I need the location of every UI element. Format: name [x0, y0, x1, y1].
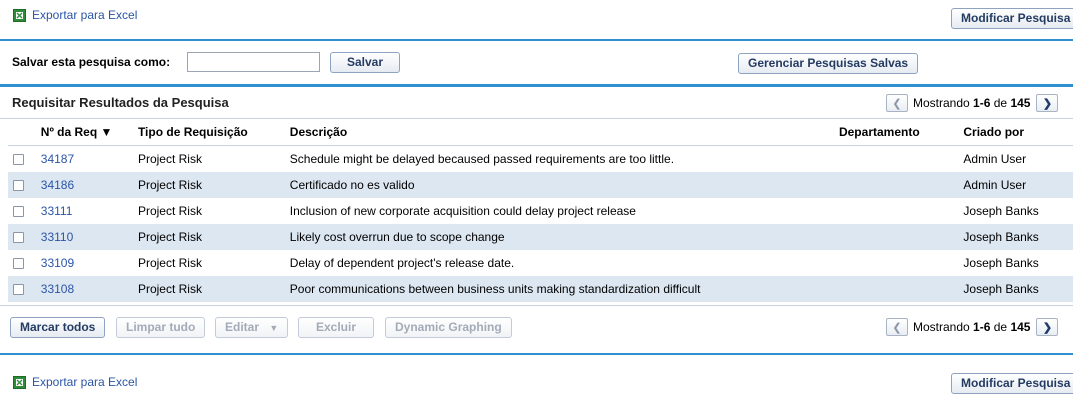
row-checkbox[interactable] [13, 284, 24, 296]
row-checkbox[interactable] [13, 232, 24, 244]
description-cell: Schedule might be delayed becaused passe… [289, 152, 675, 166]
column-header-department[interactable]: Departamento [838, 119, 964, 146]
request-number-link[interactable]: 34187 [41, 152, 74, 166]
table-row: 34187 Project Risk Schedule might be del… [8, 146, 1073, 173]
pager-bottom: ❮ Mostrando 1-6 de 145 ❯ [886, 318, 1059, 336]
table-row: 34186 Project Risk Certificado no es val… [8, 172, 1073, 198]
save-search-name-input[interactable] [187, 52, 320, 72]
row-checkbox[interactable] [13, 154, 24, 166]
description-cell: Inclusion of new corporate acquisition c… [289, 204, 636, 218]
row-checkbox[interactable] [13, 206, 24, 218]
pager-status: Mostrando 1-6 de 145 [913, 96, 1031, 110]
description-cell: Poor communications between business uni… [289, 276, 839, 302]
delete-button[interactable]: Excluir [298, 317, 374, 338]
previous-page-button[interactable]: ❮ [886, 94, 908, 112]
department-cell [839, 146, 963, 173]
table-header-row: Nº da Req ▼ Tipo de Requisição Descrição… [8, 119, 1073, 146]
table-row: 33111 Project Risk Inclusion of new corp… [8, 198, 1073, 224]
request-number-link[interactable]: 34186 [41, 178, 74, 192]
export-excel-link-top[interactable]: Exportar para Excel [13, 8, 137, 22]
request-type-cell: Project Risk [137, 152, 202, 166]
excel-icon [13, 8, 26, 22]
modify-search-button-bottom[interactable]: Modificar Pesquisa [951, 373, 1073, 394]
header-checkbox-cell [8, 119, 41, 146]
created-by-cell: Admin User [963, 152, 1027, 166]
chevron-right-icon: ❯ [1042, 321, 1053, 334]
chevron-left-icon: ❮ [892, 97, 902, 110]
results-top-line [0, 84, 1073, 87]
description-cell: Delay of dependent project's release dat… [289, 256, 515, 270]
previous-page-button[interactable]: ❮ [886, 318, 908, 336]
column-header-description[interactable]: Descrição [289, 119, 839, 146]
next-page-button[interactable]: ❯ [1036, 94, 1059, 112]
dynamic-graphing-button[interactable]: Dynamic Graphing [385, 317, 512, 338]
column-header-created-by[interactable]: Criado por [963, 119, 1073, 146]
row-checkbox[interactable] [13, 180, 24, 192]
save-button[interactable]: Salvar [330, 52, 400, 73]
divider-line [0, 39, 1073, 41]
request-number-link[interactable]: 33109 [41, 256, 74, 270]
created-by-cell: Joseph Banks [963, 204, 1039, 218]
created-by-cell: Admin User [963, 172, 1073, 198]
table-row: 33109 Project Risk Delay of dependent pr… [8, 250, 1073, 276]
save-search-label: Salvar esta pesquisa como: [12, 55, 171, 69]
request-type-cell: Project Risk [137, 204, 202, 218]
manage-saved-searches-button[interactable]: Gerenciar Pesquisas Salvas [738, 53, 919, 74]
mark-all-button[interactable]: Marcar todos [10, 317, 106, 338]
pager-status: Mostrando 1-6 de 145 [913, 320, 1031, 334]
results-table: Nº da Req ▼ Tipo de Requisição Descrição… [8, 119, 1073, 302]
request-type-cell: Project Risk [137, 172, 290, 198]
request-type-cell: Project Risk [137, 256, 202, 270]
clear-all-button[interactable]: Limpar tudo [116, 317, 206, 338]
department-cell [839, 198, 963, 224]
column-header-req-type[interactable]: Tipo de Requisição [137, 119, 290, 146]
department-cell [838, 224, 964, 250]
request-number-link[interactable]: 33110 [41, 230, 73, 244]
request-type-cell: Project Risk [137, 276, 290, 302]
modify-search-button-top[interactable]: Modificar Pesquisa [951, 8, 1073, 29]
request-number-link[interactable]: 33111 [41, 204, 73, 218]
department-cell [838, 172, 964, 198]
department-cell [838, 276, 964, 302]
caret-down-icon: ▼ [269, 323, 279, 333]
table-row: 33110 Project Risk Likely cost overrun d… [8, 224, 1073, 250]
export-excel-label: Exportar para Excel [32, 8, 138, 22]
edit-dropdown-button[interactable]: Editar ▼ [215, 317, 288, 338]
results-title: Requisitar Resultados da Pesquisa [12, 95, 229, 110]
row-checkbox[interactable] [13, 258, 24, 270]
request-number-link[interactable]: 33108 [41, 282, 74, 296]
bottom-divider-line [0, 353, 1073, 355]
column-header-req-number[interactable]: Nº da Req ▼ [40, 119, 138, 146]
created-by-cell: Joseph Banks [963, 276, 1073, 302]
request-type-cell: Project Risk [137, 224, 290, 250]
description-cell: Likely cost overrun due to scope change [289, 224, 839, 250]
created-by-cell: Joseph Banks [963, 256, 1039, 270]
table-bottom-divider [0, 305, 1073, 306]
department-cell [839, 250, 963, 276]
pager-top: ❮ Mostrando 1-6 de 145 ❯ [886, 94, 1059, 112]
table-row: 33108 Project Risk Poor communications b… [8, 276, 1073, 302]
description-cell: Certificado no es valido [289, 172, 839, 198]
next-page-button[interactable]: ❯ [1036, 318, 1059, 336]
chevron-right-icon: ❯ [1042, 97, 1053, 110]
edit-label: Editar [225, 320, 260, 334]
created-by-cell: Joseph Banks [963, 224, 1073, 250]
chevron-left-icon: ❮ [892, 321, 902, 334]
